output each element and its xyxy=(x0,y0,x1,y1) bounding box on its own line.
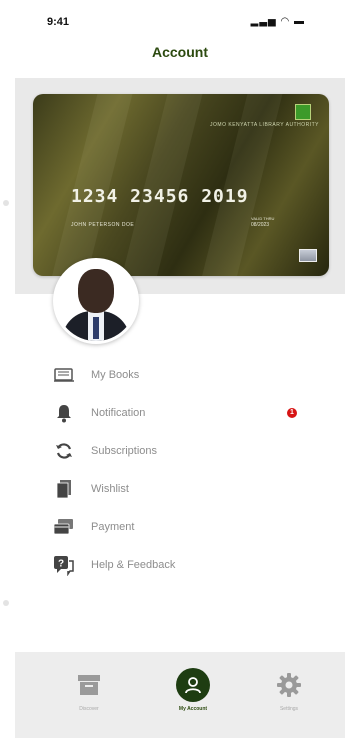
card-number: 1234 23456 2019 xyxy=(71,186,249,207)
card-org-name: JOMO KENYATTA LIBRARY AUTHORITY xyxy=(210,122,319,128)
card-expiry: 08/2023 xyxy=(251,222,270,228)
status-time: 9:41 xyxy=(47,16,70,28)
refresh-icon xyxy=(53,440,75,462)
menu-item-label: Payment xyxy=(91,521,135,533)
payment-icon xyxy=(53,516,75,538)
battery-icon: ▬ xyxy=(294,16,305,27)
gear-icon xyxy=(249,666,329,704)
svg-text:?: ? xyxy=(58,559,64,570)
avatar[interactable] xyxy=(53,258,139,344)
user-icon xyxy=(176,668,210,702)
page-title: Account xyxy=(152,44,208,60)
card-valid-label: VALID THRU xyxy=(251,216,275,221)
bell-icon xyxy=(53,402,75,424)
card-texture xyxy=(44,94,136,276)
archive-icon xyxy=(49,666,129,704)
menu-item-help-feedback[interactable]: ? Help & Feedback xyxy=(53,546,313,584)
menu-item-label: Help & Feedback xyxy=(91,559,176,571)
card-texture xyxy=(114,94,206,276)
tab-my-account[interactable]: My Account xyxy=(153,666,233,712)
menu-item-subscriptions[interactable]: Subscriptions xyxy=(53,432,313,470)
notification-badge: 1 xyxy=(287,408,297,418)
tab-discover[interactable]: Discover xyxy=(49,666,129,712)
menu-item-notification[interactable]: Notification 1 xyxy=(53,394,313,432)
avatar-tie xyxy=(93,317,99,339)
wifi-icon: ◠ xyxy=(280,16,291,27)
help-icon: ? xyxy=(53,554,75,576)
menu-item-label: Wishlist xyxy=(91,483,129,495)
wishlist-icon xyxy=(53,478,75,500)
tab-bar: Discover My Account Settings xyxy=(15,652,345,738)
menu-item-label: My Books xyxy=(91,369,140,381)
library-card[interactable]: JOMO KENYATTA LIBRARY AUTHORITY 1234 234… xyxy=(33,94,329,276)
card-holder-name: JOHN PETERSON DOE xyxy=(71,222,135,228)
phone-screen: 9:41 ▂▃▅ ◠ ▬ Account JOMO KENYATTA LIBRA… xyxy=(15,0,345,738)
status-icons: ▂▃▅ ◠ ▬ xyxy=(251,16,305,27)
menu-item-label: Subscriptions xyxy=(91,445,158,457)
books-icon xyxy=(53,364,75,386)
signal-icon: ▂▃▅ xyxy=(250,16,277,27)
tab-label: Discover xyxy=(79,706,99,712)
scroll-indicator xyxy=(3,600,9,606)
menu-item-label: Notification xyxy=(91,407,146,419)
tab-label: My Account xyxy=(178,706,208,712)
tab-settings[interactable]: Settings xyxy=(249,666,329,712)
tab-icon-wrapper xyxy=(153,666,233,704)
menu-item-wishlist[interactable]: Wishlist xyxy=(53,470,313,508)
scroll-indicator xyxy=(3,200,9,206)
tab-label: Settings xyxy=(279,706,299,712)
menu-item-payment[interactable]: Payment xyxy=(53,508,313,546)
avatar-head xyxy=(78,269,114,313)
card-chip-icon xyxy=(299,249,317,262)
menu-item-my-books[interactable]: My Books xyxy=(53,356,313,394)
account-menu: My Books Notification 1 Subscriptions Wi… xyxy=(53,356,313,584)
library-logo-icon xyxy=(295,104,311,120)
